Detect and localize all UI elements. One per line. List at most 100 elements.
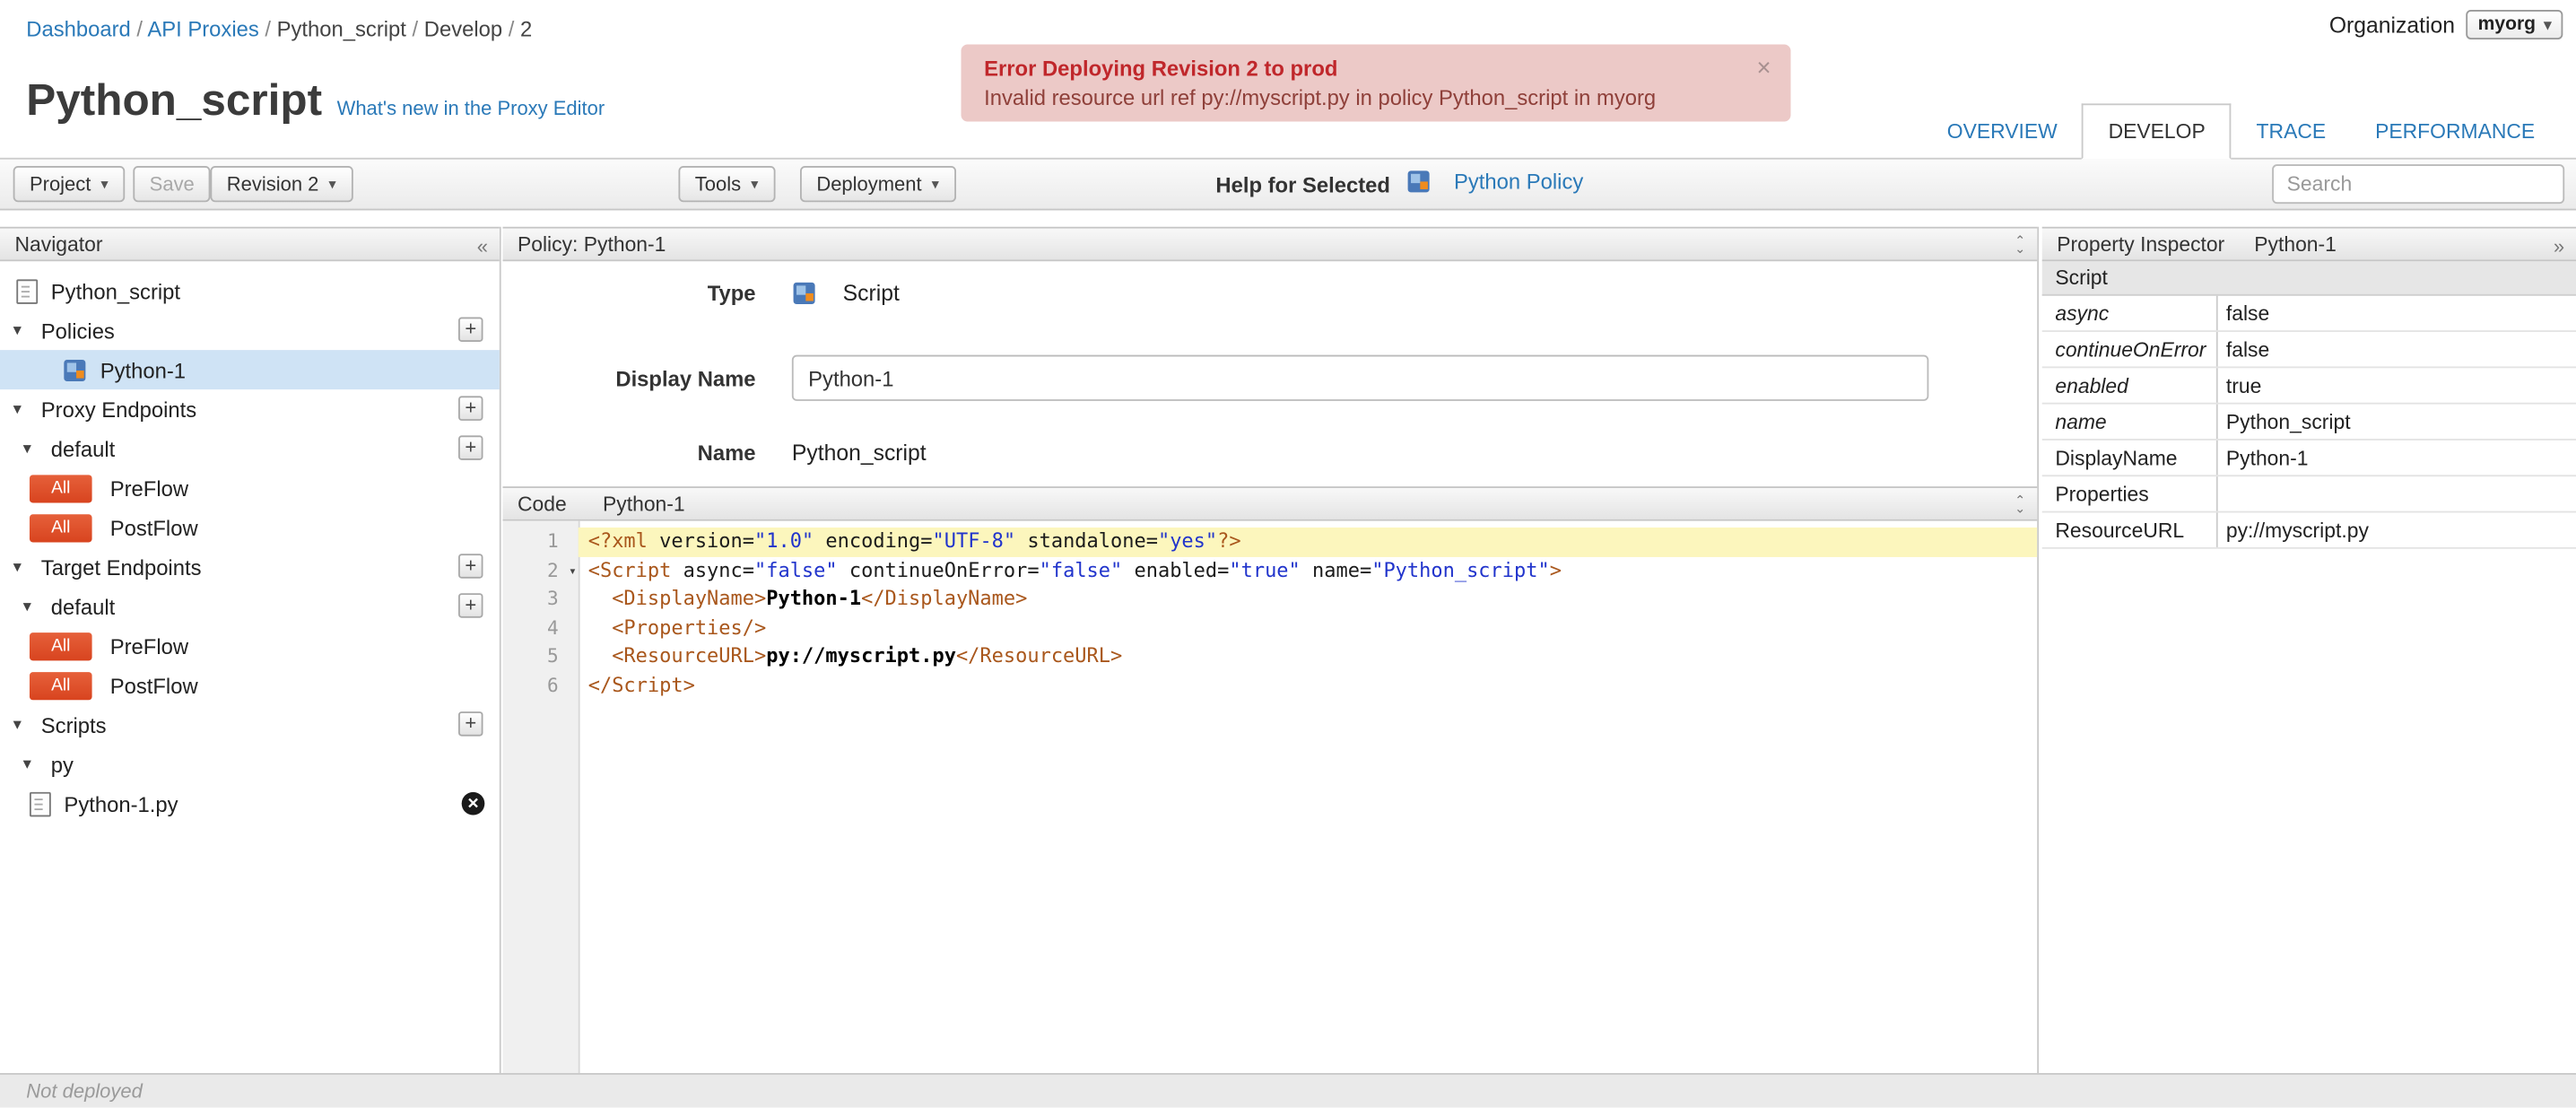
navigator-item-policies[interactable]: ▾ Policies +	[0, 310, 500, 350]
add-button[interactable]: +	[458, 593, 483, 618]
code-line-content[interactable]: <Properties/>	[579, 614, 2037, 642]
inspector-key: DisplayName	[2042, 440, 2218, 475]
navigator-item-default[interactable]: ▾ default +	[0, 429, 500, 468]
save-button-label: Save	[149, 172, 195, 196]
breadcrumb-item-python-script: Python_script	[276, 16, 406, 41]
tab-overview[interactable]: OVERVIEW	[1922, 105, 2082, 158]
breadcrumb-separator: /	[405, 16, 424, 41]
code-line-1: 1 <?xml version="1.0" encoding="UTF-8" st…	[502, 527, 2038, 557]
search-input[interactable]	[2272, 164, 2565, 205]
inspector-value[interactable]: true	[2218, 368, 2576, 402]
tools-button-label: Tools	[694, 172, 742, 196]
inspector-value[interactable]: false	[2218, 332, 2576, 366]
breadcrumb: Dashboard / API Proxies / Python_script …	[26, 16, 532, 40]
code-line-content[interactable]: <DisplayName>Python-1</DisplayName>	[579, 585, 2037, 614]
delete-icon[interactable]: ✕	[461, 791, 485, 816]
whats-new-link[interactable]: What's new in the Proxy Editor	[337, 97, 605, 120]
code-line-content[interactable]: </Script>	[579, 671, 2037, 700]
navigator-item-postflow[interactable]: All PostFlow	[0, 666, 500, 705]
script-policy-icon	[63, 357, 87, 381]
revision-button[interactable]: Revision 2 ▾	[210, 165, 352, 203]
tree-expand-icon[interactable]: ▾	[13, 558, 30, 576]
code-line-content[interactable]: <Script async="false" continueOnError="f…	[579, 556, 2037, 585]
navigator-item-python-1[interactable]: Python-1	[0, 350, 500, 390]
add-button[interactable]: +	[458, 396, 483, 421]
add-button[interactable]: +	[458, 554, 483, 579]
display-name-input[interactable]	[791, 354, 1929, 401]
collapse-right-icon[interactable]: »	[2554, 229, 2564, 263]
flow-all-badge: All	[29, 671, 92, 700]
tab-performance[interactable]: PERFORMANCE	[2351, 105, 2560, 158]
line-number: 1	[547, 528, 559, 553]
tree-item-label: Python-1.py	[64, 790, 178, 816]
add-button[interactable]: +	[458, 711, 483, 737]
inspector-value[interactable]	[2218, 476, 2576, 510]
inspector-value[interactable]: py://myscript.py	[2218, 512, 2576, 546]
breadcrumb-item-2: 2	[519, 16, 533, 41]
tree-expand-icon[interactable]: ▾	[23, 598, 39, 615]
deployment-status-text: Not deployed	[26, 1079, 143, 1104]
tree-expand-icon[interactable]: ▾	[23, 440, 39, 458]
expand-collapse-icon[interactable]: ⌃ ⌄	[2015, 488, 2025, 522]
inspector-key: async	[2042, 295, 2218, 331]
navigator-item-preflow[interactable]: All PreFlow	[0, 626, 500, 666]
property-inspector-header: Property Inspector Python-1 »	[2041, 226, 2576, 263]
inspector-value[interactable]: Python-1	[2218, 441, 2576, 475]
line-number: 3	[547, 586, 559, 610]
fold-icon[interactable]: ▾	[569, 556, 577, 585]
breadcrumb-item-dashboard[interactable]: Dashboard	[26, 16, 131, 40]
project-button-label: Project	[29, 172, 91, 196]
deployment-button[interactable]: Deployment ▾	[800, 165, 956, 203]
tools-button[interactable]: Tools ▾	[678, 165, 775, 203]
breadcrumb-item-api-proxies[interactable]: API Proxies	[147, 16, 258, 40]
inspector-key: ResourceURL	[2042, 512, 2218, 547]
navigator-item-python-1-py[interactable]: Python-1.py ✕	[0, 784, 500, 824]
code-token: "UTF-8"	[932, 528, 1016, 553]
tree-expand-icon[interactable]: ▾	[23, 755, 39, 773]
navigator-item-proxy-endpoints[interactable]: ▾ Proxy Endpoints +	[0, 389, 500, 429]
tab-bar: OVERVIEW DEVELOP TRACE PERFORMANCE	[1922, 103, 2560, 160]
tree-item-label: Python-1	[100, 357, 187, 382]
code-lines[interactable]: 1 <?xml version="1.0" encoding="UTF-8" st…	[502, 527, 2038, 700]
inspector-value[interactable]: false	[2218, 296, 2576, 330]
python-policy-link[interactable]: Python Policy	[1406, 170, 1583, 194]
navigator-title: Navigator	[14, 232, 103, 256]
code-editor[interactable]: 1 <?xml version="1.0" encoding="UTF-8" st…	[502, 520, 2038, 1074]
close-icon[interactable]: ×	[1756, 54, 1771, 82]
tree-expand-icon[interactable]: ▾	[13, 321, 30, 339]
navigator-tree: Python_script ▾ Policies + Python-1 ▾ Proxy En…	[0, 261, 500, 823]
code-token: enabled=	[1122, 557, 1230, 581]
expand-collapse-icon[interactable]: ⌃ ⌄	[2015, 229, 2025, 263]
tab-develop[interactable]: DEVELOP	[2082, 103, 2232, 160]
tree-expand-icon[interactable]: ▾	[13, 400, 30, 418]
add-button[interactable]: +	[458, 317, 483, 342]
add-button[interactable]: +	[458, 435, 483, 460]
tree-item-label: PreFlow	[109, 633, 189, 659]
organization-select[interactable]: myorg ▾	[2466, 9, 2563, 39]
code-token: <Script	[587, 557, 672, 581]
inspector-section-header: Script	[2041, 261, 2576, 296]
tab-trace[interactable]: TRACE	[2232, 105, 2351, 158]
navigator-item-target-endpoints[interactable]: ▾ Target Endpoints +	[0, 547, 500, 587]
navigator-item-default[interactable]: ▾ default +	[0, 587, 500, 626]
navigator-item-scripts[interactable]: ▾ Scripts +	[0, 705, 500, 745]
tree-expand-icon[interactable]: ▾	[13, 716, 30, 734]
inspector-value[interactable]: Python_script	[2218, 405, 2576, 439]
code-line-4: 4 <Properties/>	[502, 614, 2037, 642]
inspector-key: name	[2042, 404, 2218, 440]
save-button[interactable]: Save	[133, 165, 212, 203]
code-line-content[interactable]: <ResourceURL>py://myscript.py</ResourceU…	[579, 642, 2037, 671]
code-line-content[interactable]: <?xml version="1.0" encoding="UTF-8" sta…	[578, 527, 2038, 557]
error-banner: Error Deploying Revision 2 to prod Inval…	[961, 44, 1791, 122]
tree-item-label: Python_script	[50, 278, 181, 303]
type-row: Type Script	[502, 281, 900, 305]
project-button[interactable]: Project ▾	[13, 165, 126, 203]
line-number: 5	[547, 643, 559, 667]
navigator-item-py[interactable]: ▾ py	[0, 745, 500, 784]
document-icon	[16, 278, 39, 303]
collapse-left-icon[interactable]: «	[477, 229, 488, 263]
navigator-item-postflow[interactable]: All PostFlow	[0, 508, 500, 547]
navigator-item-python-script[interactable]: Python_script	[0, 271, 500, 310]
breadcrumb-separator: /	[130, 16, 148, 41]
navigator-item-preflow[interactable]: All PreFlow	[0, 468, 500, 508]
